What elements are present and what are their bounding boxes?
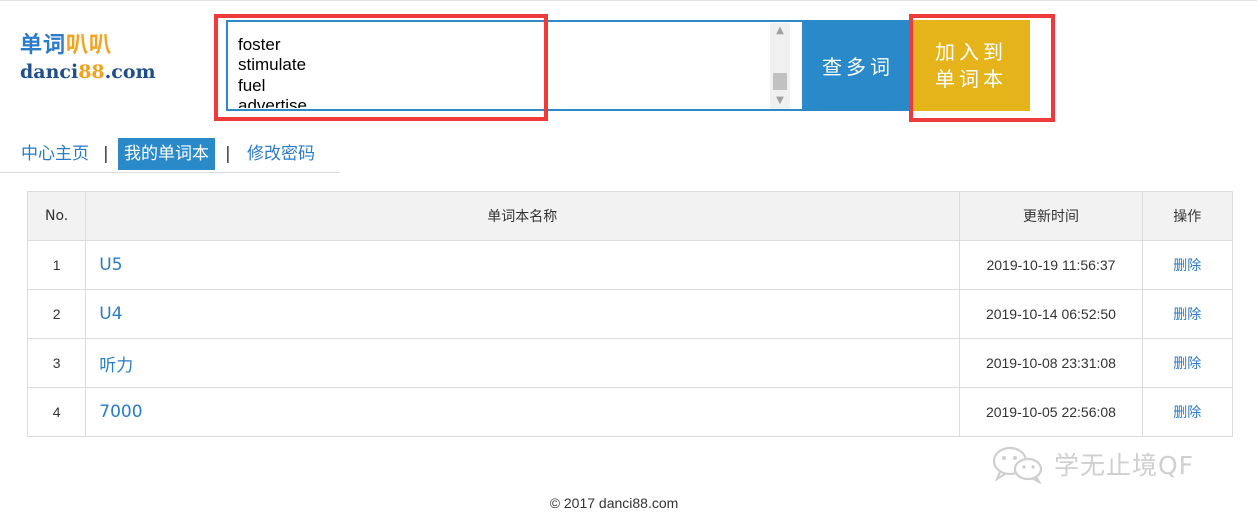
row-updated: 2019-10-19 11:56:37 [959,240,1143,290]
header-no: No. [26,191,87,241]
footer-copyright: © 2017 danci88.com [549,495,679,511]
lookup-words-button[interactable]: 查多词 [804,20,912,111]
row-action-cell: 删除 [1141,240,1234,290]
row-no: 3 [26,338,87,388]
row-name-cell: 听力 [85,338,961,388]
row-name-cell: U4 [85,289,961,339]
logo-english: danci88.com [20,61,156,83]
row-no: 4 [26,387,87,437]
table-row: 2 U4 2019-10-14 06:52:50 删除 [26,289,1234,339]
row-name-cell: 7000 [85,387,961,437]
table-row: 3 听力 2019-10-08 23:31:08 删除 [26,338,1234,388]
row-no: 1 [26,240,87,290]
nav-my-wordbooks[interactable]: 我的单词本 [118,138,215,170]
nav-separator: | [225,144,231,164]
table-row: 4 7000 2019-10-05 22:56:08 删除 [26,387,1234,437]
delete-link[interactable]: 删除 [1173,307,1201,323]
site-logo[interactable]: 单词叭叭 danci88.com [20,35,156,82]
row-name-cell: U5 [85,240,961,290]
nav-change-password[interactable]: 修改密码 [247,138,315,170]
wordbook-link[interactable]: U4 [99,304,122,324]
wordbook-link[interactable]: U5 [99,255,122,275]
nav-home[interactable]: 中心主页 [21,138,89,170]
top-border [0,0,1257,1]
wordbook-link[interactable]: 听力 [99,356,133,376]
nav-separator: | [103,144,109,164]
watermark: 学无止境QF [990,444,1194,484]
row-action-cell: 删除 [1141,387,1234,437]
row-action-cell: 删除 [1141,338,1234,388]
row-updated: 2019-10-05 22:56:08 [959,387,1143,437]
wordbook-link[interactable]: 7000 [99,402,142,422]
scroll-down-icon[interactable]: ▼ [770,93,790,109]
delete-link[interactable]: 删除 [1173,258,1201,274]
wechat-icon [992,446,1043,484]
header-updated: 更新时间 [959,191,1143,241]
textarea-scrollbar[interactable]: ▲ ▼ [770,23,790,109]
row-updated: 2019-10-08 23:31:08 [959,338,1143,388]
row-no: 2 [26,289,87,339]
user-nav: 中心主页 | 我的单词本 | 修改密码 [0,138,340,173]
table-header-row: No. 单词本名称 更新时间 操作 [26,191,1234,241]
row-action-cell: 删除 [1141,289,1234,339]
header-action: 操作 [1141,191,1234,241]
header-name: 单词本名称 [85,191,961,241]
watermark-text: 学无止境QF [1054,451,1195,480]
logo-chinese: 单词叭叭 [20,33,113,58]
delete-link[interactable]: 删除 [1173,356,1201,372]
delete-link[interactable]: 删除 [1173,405,1201,421]
scroll-thumb[interactable] [773,73,787,90]
annotation-highlight-add-button [909,14,1055,122]
row-updated: 2019-10-14 06:52:50 [959,289,1143,339]
table-row: 1 U5 2019-10-19 11:56:37 删除 [26,240,1234,290]
scroll-up-icon[interactable]: ▲ [770,23,790,39]
wordbook-table: No. 单词本名称 更新时间 操作 1 U5 2019-10-19 11:56:… [26,191,1234,437]
annotation-highlight-textarea [214,14,548,121]
